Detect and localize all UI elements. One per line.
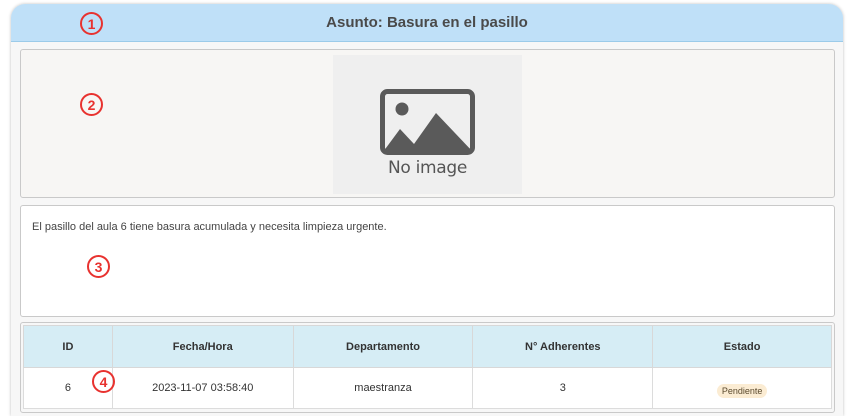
column-header-departamento: Departamento bbox=[292, 325, 474, 368]
report-header: Asunto: Basura en el pasillo bbox=[11, 4, 843, 42]
report-title: Asunto: Basura en el pasillo bbox=[326, 14, 528, 31]
no-image-placeholder: No image bbox=[333, 55, 522, 194]
annotation-marker-2: 2 bbox=[80, 93, 103, 116]
table-row: 6 2023-11-07 03:58:40 maestranza 3 Pendi… bbox=[23, 367, 832, 409]
column-header-adherentes: N° Adherentes bbox=[472, 325, 654, 368]
column-header-fecha-hora: Fecha/Hora bbox=[111, 325, 294, 368]
cell-fecha-hora: 2023-11-07 03:58:40 bbox=[111, 367, 294, 409]
description-text: El pasillo del aula 6 tiene basura acumu… bbox=[32, 221, 387, 233]
image-placeholder-icon bbox=[380, 89, 475, 155]
report-card: Asunto: Basura en el pasillo No image El… bbox=[11, 4, 843, 416]
column-header-estado: Estado bbox=[652, 325, 832, 368]
cell-departamento: maestranza bbox=[292, 367, 474, 409]
image-section: No image bbox=[20, 49, 835, 198]
table-header-row: ID Fecha/Hora Departamento N° Adherentes… bbox=[23, 325, 832, 368]
column-header-id: ID bbox=[23, 325, 113, 368]
details-table: ID Fecha/Hora Departamento N° Adherentes… bbox=[23, 325, 832, 409]
annotation-marker-4: 4 bbox=[92, 370, 115, 393]
annotation-marker-3: 3 bbox=[87, 255, 110, 278]
description-section: El pasillo del aula 6 tiene basura acumu… bbox=[20, 205, 835, 317]
details-table-section: ID Fecha/Hora Departamento N° Adherentes… bbox=[20, 322, 835, 413]
no-image-label: No image bbox=[387, 158, 468, 178]
status-badge: Pendiente bbox=[716, 383, 768, 398]
cell-adherentes: 3 bbox=[472, 367, 654, 409]
annotation-marker-1: 1 bbox=[80, 12, 103, 35]
cell-estado: Pendiente bbox=[652, 367, 832, 409]
